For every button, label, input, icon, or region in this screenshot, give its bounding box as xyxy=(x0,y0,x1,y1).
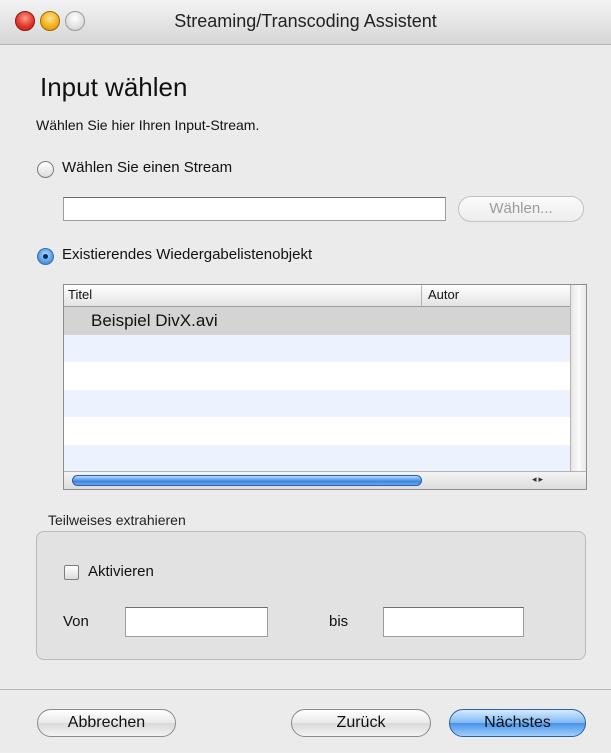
stream-radio-label[interactable]: Wählen Sie einen Stream xyxy=(62,159,232,176)
choose-stream-button[interactable]: Wählen... xyxy=(458,196,584,222)
table-rows: Beispiel DivX.avi xyxy=(64,307,570,472)
table-header: Titel Autor xyxy=(64,285,570,307)
playlist-table[interactable]: Titel Autor Beispiel DivX.avi ◂▸ xyxy=(63,284,587,490)
from-label: Von xyxy=(63,613,89,630)
page-subtitle: Wählen Sie hier Ihren Input-Stream. xyxy=(36,117,260,133)
table-row[interactable]: Beispiel DivX.avi xyxy=(64,307,570,335)
column-header-title[interactable]: Titel xyxy=(68,287,92,302)
column-header-author[interactable]: Autor xyxy=(428,287,459,302)
cancel-button[interactable]: Abbrechen xyxy=(37,709,176,737)
next-button[interactable]: Nächstes xyxy=(449,709,586,737)
assistant-window: Streaming/Transcoding Assistent Input wä… xyxy=(0,0,611,753)
empty-row xyxy=(64,417,570,445)
empty-row xyxy=(64,334,570,362)
to-input[interactable] xyxy=(383,607,524,637)
scrollbar-thumb[interactable] xyxy=(72,475,422,486)
enable-checkbox[interactable] xyxy=(64,565,79,580)
footer-divider xyxy=(0,689,611,690)
title-bar[interactable]: Streaming/Transcoding Assistent xyxy=(0,0,611,45)
partial-extract-group xyxy=(36,531,586,660)
page-heading: Input wählen xyxy=(40,72,188,102)
empty-row xyxy=(64,444,570,472)
back-button[interactable]: Zurück xyxy=(291,709,431,737)
to-label: bis xyxy=(329,613,349,630)
group-title: Teilweises extrahieren xyxy=(48,512,186,528)
column-divider[interactable] xyxy=(421,285,422,306)
enable-checkbox-label[interactable]: Aktivieren xyxy=(88,563,154,580)
row-title-cell: Beispiel DivX.avi xyxy=(91,311,218,330)
playlist-radio[interactable] xyxy=(37,248,54,265)
scroll-arrows-icon[interactable]: ◂▸ xyxy=(532,474,570,487)
playlist-radio-label[interactable]: Existierendes Wiedergabelistenobjekt xyxy=(62,246,312,263)
empty-row xyxy=(64,389,570,417)
empty-row xyxy=(64,362,570,390)
window-title: Streaming/Transcoding Assistent xyxy=(174,11,437,31)
stream-url-input[interactable] xyxy=(63,197,446,221)
vertical-scrollbar[interactable] xyxy=(570,285,586,471)
horizontal-scrollbar[interactable]: ◂▸ xyxy=(64,471,586,489)
from-input[interactable] xyxy=(125,607,268,637)
stream-radio[interactable] xyxy=(37,161,54,178)
